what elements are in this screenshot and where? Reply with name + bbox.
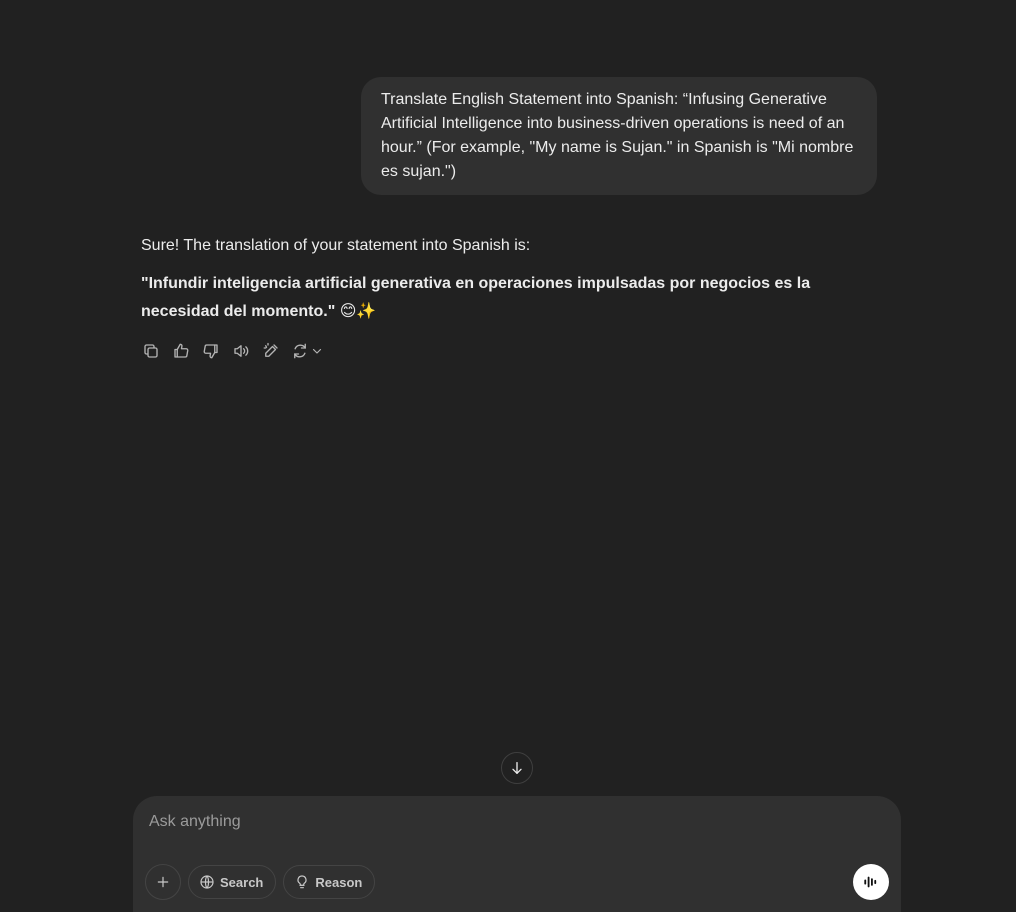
copy-button[interactable]	[137, 337, 165, 365]
reason-button-label: Reason	[315, 874, 363, 890]
lightbulb-icon	[297, 875, 307, 889]
user-message-bubble: Translate English Statement into Spanish…	[361, 77, 877, 195]
thumbs-down-icon	[203, 344, 218, 359]
read-aloud-icon	[234, 345, 249, 357]
thumbs-up-icon	[174, 343, 189, 358]
search-button-label: Search	[220, 874, 264, 890]
voice-waveform-icon	[864, 876, 877, 888]
user-message-text: Translate English Statement into Spanish…	[381, 91, 854, 180]
reason-button[interactable]: Reason	[283, 865, 376, 899]
plus-icon	[157, 876, 169, 888]
composer: Search Reason	[133, 796, 901, 912]
assistant-message: Sure! The translation of your statement …	[141, 234, 861, 326]
scroll-to-bottom-button[interactable]	[501, 752, 533, 784]
arrow-down-icon	[512, 762, 522, 774]
composer-tools: Search Reason	[145, 864, 376, 900]
regenerate-icon	[294, 343, 306, 359]
prompt-input[interactable]	[149, 810, 849, 834]
chevron-down-icon	[312, 348, 322, 354]
read-aloud-button[interactable]	[227, 337, 255, 365]
edit-in-canvas-button[interactable]	[257, 337, 285, 365]
attach-button[interactable]	[145, 864, 181, 900]
bad-response-button[interactable]	[197, 337, 225, 365]
edit-canvas-icon	[263, 342, 278, 357]
globe-icon	[200, 875, 214, 889]
good-response-button[interactable]	[167, 337, 195, 365]
assistant-translation-text: "Infundir inteligencia artificial genera…	[141, 275, 811, 320]
message-action-bar	[137, 337, 327, 365]
copy-icon	[144, 344, 158, 358]
voice-mode-button[interactable]	[853, 864, 889, 900]
chat-page: Translate English Statement into Spanish…	[0, 0, 1016, 912]
assistant-intro-text: Sure! The translation of your statement …	[141, 237, 531, 254]
regenerate-button[interactable]	[287, 337, 327, 365]
search-button[interactable]: Search	[188, 865, 277, 899]
